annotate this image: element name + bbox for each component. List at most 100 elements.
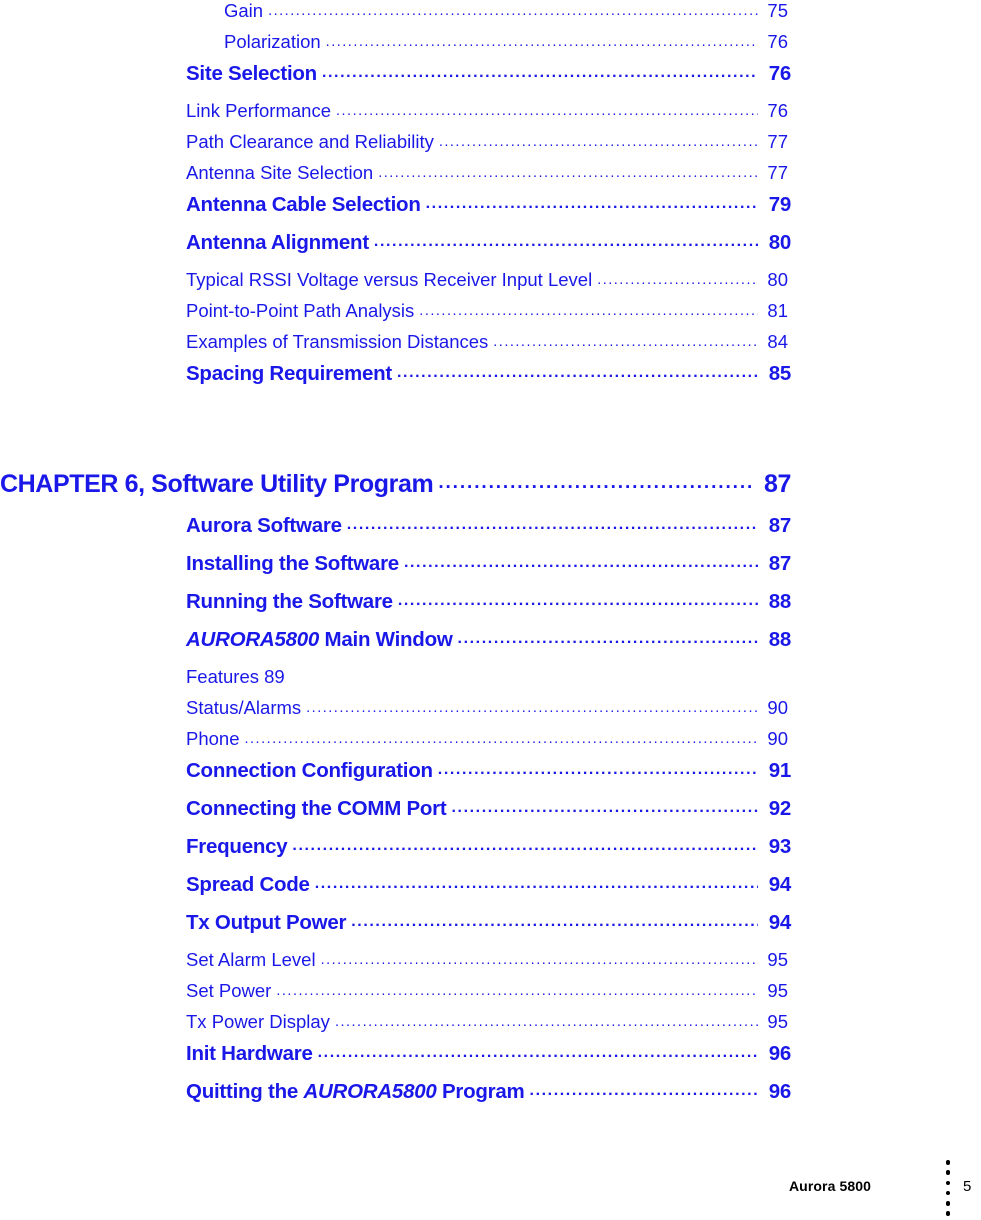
toc-entry-page-number: 81 (767, 300, 788, 321)
table-of-contents: Gain....................................… (0, 0, 981, 1118)
toc-entry-page-number: 87 (768, 552, 792, 575)
toc-entry[interactable]: Init Hardware...........................… (0, 1042, 981, 1080)
footer-dot-column (943, 1156, 953, 1220)
toc-entry-title: Quitting the AURORA5800 Program (186, 1080, 525, 1104)
toc-dot-leader: ........................................… (419, 303, 758, 319)
toc-entry[interactable]: Site Selection..........................… (0, 62, 981, 100)
toc-entry[interactable]: Antenna Site Selection..................… (0, 162, 981, 193)
toc-entry-title: AURORA5800 Main Window (186, 628, 453, 652)
footer-dot (945, 1211, 951, 1216)
toc-entry-title: Running the Software (186, 590, 393, 613)
toc-entry[interactable]: Antenna Alignment.......................… (0, 231, 981, 269)
toc-entry[interactable]: Set Power...............................… (0, 980, 981, 1011)
toc-entry[interactable]: Aurora Software.........................… (0, 514, 981, 552)
toc-entry-page-number: 96 (768, 1080, 792, 1103)
toc-entry[interactable]: Typical RSSI Voltage versus Receiver Inp… (0, 269, 981, 300)
toc-entry-page-number: 92 (768, 797, 792, 820)
toc-entry[interactable]: Set Alarm Level.........................… (0, 949, 981, 980)
toc-dot-leader: ........................................… (457, 630, 758, 647)
toc-entry-title: Antenna Site Selection (186, 162, 374, 183)
toc-entry[interactable]: Connecting the COMM Port................… (0, 797, 981, 835)
toc-entry[interactable]: Installing the Software.................… (0, 552, 981, 590)
toc-entry-page-number: 77 (767, 131, 788, 152)
toc-entry[interactable]: Features 89 (0, 666, 981, 697)
toc-entry-title: Connection Configuration (186, 759, 433, 782)
toc-entry-page-number: 95 (767, 980, 788, 1001)
toc-dot-leader: ........................................… (437, 761, 758, 778)
toc-entry-title: Spread Code (186, 873, 310, 896)
footer-dot (945, 1160, 951, 1165)
toc-entry[interactable]: Examples of Transmission Distances......… (0, 331, 981, 362)
toc-entry[interactable]: Path Clearance and Reliability..........… (0, 131, 981, 162)
toc-entry-title: Tx Output Power (186, 911, 347, 934)
page-footer: Aurora 5800 5 (0, 1156, 981, 1220)
toc-dot-leader: ........................................… (320, 952, 758, 968)
toc-title-product-name: AURORA5800 (186, 628, 320, 651)
toc-dot-leader: ........................................… (334, 1014, 758, 1030)
toc-entry-title: Status/Alarms (186, 697, 302, 718)
toc-entry[interactable]: Tx Output Power.........................… (0, 911, 981, 949)
toc-entry-page-number: 90 (767, 697, 788, 718)
toc-dot-leader: ........................................… (529, 1082, 758, 1099)
toc-dot-leader: ........................................… (597, 272, 758, 288)
toc-entry-page-number: 94 (768, 873, 792, 896)
toc-entry-page-number: 80 (767, 269, 788, 290)
toc-entry-title: Tx Power Display (186, 1011, 330, 1032)
toc-entry[interactable]: AURORA5800 Main Window..................… (0, 628, 981, 666)
footer-page-number: 5 (963, 1178, 972, 1195)
toc-entry[interactable]: Status/Alarms...........................… (0, 697, 981, 728)
toc-dot-leader: ........................................… (335, 103, 758, 119)
toc-entry-title: Examples of Transmission Distances (186, 331, 489, 352)
toc-dot-leader: ........................................… (403, 554, 758, 571)
toc-entry[interactable]: Quitting the AURORA5800 Program.........… (0, 1080, 981, 1118)
toc-entry[interactable]: Gain....................................… (0, 0, 981, 31)
toc-entry-page-number: 87 (763, 470, 791, 498)
toc-dot-leader: ........................................… (451, 799, 758, 816)
toc-entry-title: Init Hardware (186, 1042, 313, 1065)
footer-dot (945, 1180, 951, 1186)
toc-entry-page-number: 84 (767, 331, 788, 352)
toc-entry[interactable]: Tx Power Display........................… (0, 1011, 981, 1042)
toc-entry[interactable]: Polarization............................… (0, 31, 981, 62)
toc-dot-leader: ........................................… (438, 472, 753, 493)
toc-entry-page-number: 76 (768, 62, 792, 85)
toc-entry-title: Connecting the COMM Port (186, 797, 447, 820)
toc-entry-title: Set Power (186, 980, 272, 1001)
toc-entry-title: Path Clearance and Reliability (186, 131, 434, 152)
toc-entry-title: Link Performance (186, 100, 331, 121)
toc-entry-page-number: 85 (768, 362, 792, 385)
toc-entry-page-number: 76 (767, 31, 788, 52)
toc-dot-leader: ........................................… (321, 64, 758, 81)
toc-entry-title: Installing the Software (186, 552, 399, 575)
toc-entry-title: Set Alarm Level (186, 949, 316, 970)
toc-entry-title: Site Selection (186, 62, 317, 85)
toc-title-suffix: Program (436, 1080, 525, 1103)
toc-entry[interactable]: Frequency...............................… (0, 835, 981, 873)
toc-dot-leader: ........................................… (425, 195, 758, 212)
toc-entry-page-number: 76 (767, 100, 788, 121)
footer-dot (945, 1201, 951, 1206)
toc-dot-leader: ........................................… (351, 913, 758, 930)
toc-entry-title: Phone (186, 728, 240, 749)
toc-dot-leader: ........................................… (397, 592, 758, 609)
toc-entry[interactable]: CHAPTER 6, Software Utility Program.....… (0, 470, 981, 514)
toc-entry-title: CHAPTER 6, Software Utility Program (0, 470, 434, 498)
toc-entry-title: Frequency (186, 835, 288, 858)
toc-entry[interactable]: Link Performance........................… (0, 100, 981, 131)
toc-entry[interactable]: Point-to-Point Path Analysis............… (0, 300, 981, 331)
toc-entry-title: Antenna Cable Selection (186, 193, 421, 216)
toc-dot-leader: ........................................… (397, 364, 758, 381)
footer-dot (945, 1190, 951, 1196)
toc-dot-leader: ........................................… (438, 134, 758, 150)
toc-entry[interactable]: Antenna Cable Selection.................… (0, 193, 981, 231)
toc-entry-page-number: 80 (768, 231, 792, 254)
toc-entry[interactable]: Running the Software....................… (0, 590, 981, 628)
toc-entry[interactable]: Spread Code.............................… (0, 873, 981, 911)
toc-entry[interactable]: Phone...................................… (0, 728, 981, 759)
toc-entry[interactable]: Spacing Requirement.....................… (0, 362, 981, 400)
toc-title-product-name: AURORA5800 (303, 1080, 437, 1103)
toc-entry[interactable]: Connection Configuration................… (0, 759, 981, 797)
toc-entry-title: Point-to-Point Path Analysis (186, 300, 415, 321)
toc-dot-leader: ........................................… (325, 34, 758, 50)
